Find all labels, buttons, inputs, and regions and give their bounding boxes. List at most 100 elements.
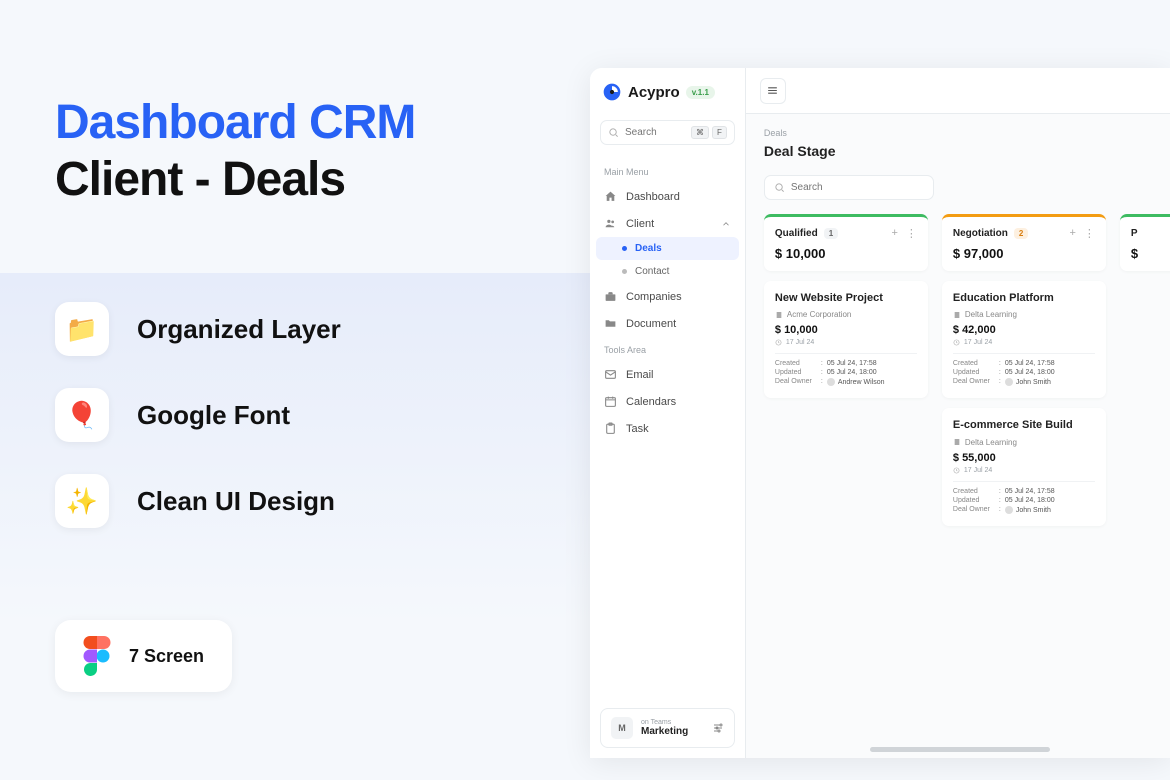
card-title: E-commerce Site Build bbox=[953, 418, 1095, 432]
feature-label: Google Font bbox=[137, 400, 290, 431]
sidebar-item-email[interactable]: Email bbox=[590, 361, 745, 388]
column-total: $ 97,000 bbox=[953, 246, 1095, 261]
meta-value: John Smith bbox=[1005, 506, 1051, 514]
briefcase-icon bbox=[604, 290, 617, 303]
meta-label: Deal Owner bbox=[953, 506, 995, 514]
logo-row[interactable]: Acypro v.1.1 bbox=[590, 68, 745, 116]
menu-icon bbox=[766, 84, 779, 97]
column-header: P+⋮$ bbox=[1120, 214, 1170, 271]
calendar-icon bbox=[604, 395, 617, 408]
teams-label: on Teams bbox=[641, 719, 704, 726]
sidebar-item-dashboard[interactable]: Dashboard bbox=[590, 183, 745, 210]
clock-icon bbox=[953, 467, 960, 474]
version-badge: v.1.1 bbox=[686, 86, 715, 99]
kanban-column: Negotiation 2 + ⋮ $ 97,000 Education Platform… bbox=[942, 214, 1106, 536]
sidebar-item-label: Document bbox=[626, 318, 676, 330]
meta-label: Updated bbox=[953, 497, 995, 504]
column-count: 2 bbox=[1014, 228, 1028, 239]
column-count: 1 bbox=[824, 228, 838, 239]
sidebar-item-label: Email bbox=[626, 369, 654, 381]
clock-icon bbox=[775, 339, 782, 346]
person-icon bbox=[1005, 506, 1013, 514]
section-tools-area: Tools Area bbox=[590, 337, 745, 361]
meta-value: 05 Jul 24, 17:58 bbox=[1005, 488, 1055, 495]
sidebar-item-task[interactable]: Task bbox=[590, 415, 745, 442]
meta-label: Created bbox=[953, 488, 995, 495]
column-menu-button[interactable]: ⋮ bbox=[1084, 227, 1095, 240]
breadcrumb[interactable]: Deals bbox=[764, 128, 1170, 138]
brand-name: Acypro bbox=[628, 84, 680, 101]
main-content: Deals Deal Stage Qualified1+⋮$ 10,000New… bbox=[746, 68, 1170, 758]
clock-icon bbox=[953, 339, 960, 346]
teams-avatar: M bbox=[611, 717, 633, 739]
meta-value: 05 Jul 24, 18:00 bbox=[1005, 369, 1055, 376]
horizontal-scrollbar[interactable] bbox=[870, 747, 1050, 752]
card-amount: $ 42,000 bbox=[953, 324, 1095, 336]
building-icon bbox=[775, 311, 783, 319]
meta-value: Andrew Wilson bbox=[827, 378, 885, 386]
teams-name: Marketing bbox=[641, 726, 704, 737]
menu-toggle-button[interactable] bbox=[760, 78, 786, 104]
deal-card[interactable]: Education PlatformDelta Learning$ 42,000… bbox=[942, 281, 1106, 398]
meta-value: 05 Jul 24, 17:58 bbox=[827, 360, 877, 367]
sidebar-subitem-contact[interactable]: Contact bbox=[596, 260, 739, 283]
chevron-up-icon bbox=[721, 219, 731, 229]
feature-label: Organized Layer bbox=[137, 314, 341, 345]
sliders-icon bbox=[712, 722, 724, 734]
promo-title-line1: Dashboard CRM bbox=[55, 95, 555, 150]
sidebar-subitem-deals[interactable]: Deals bbox=[596, 237, 739, 260]
person-icon bbox=[827, 378, 835, 386]
building-icon bbox=[953, 438, 961, 446]
promo-title-line2: Client - Deals bbox=[55, 152, 555, 207]
sidebar-item-document[interactable]: Document bbox=[590, 310, 745, 337]
sidebar-item-label: Dashboard bbox=[626, 191, 680, 203]
sidebar-search[interactable]: ⌘ F bbox=[600, 120, 735, 145]
promo-panel: Dashboard CRM Client - Deals 📁 Organized… bbox=[55, 95, 555, 692]
sidebar-item-calendars[interactable]: Calendars bbox=[590, 388, 745, 415]
card-company: Delta Learning bbox=[953, 438, 1095, 447]
column-total: $ 10,000 bbox=[775, 246, 917, 261]
dot-icon bbox=[622, 246, 627, 251]
sidebar-item-label: Calendars bbox=[626, 396, 676, 408]
column-title: Qualified bbox=[775, 228, 818, 239]
sidebar-item-label: Client bbox=[626, 218, 654, 230]
search-input[interactable] bbox=[625, 127, 685, 138]
card-company: Acme Corporation bbox=[775, 310, 917, 319]
figma-icon bbox=[83, 636, 111, 676]
deal-card[interactable]: E-commerce Site BuildDelta Learning$ 55,… bbox=[942, 408, 1106, 525]
home-icon bbox=[604, 190, 617, 203]
column-menu-button[interactable]: ⋮ bbox=[906, 227, 917, 240]
meta-label: Deal Owner bbox=[953, 378, 995, 386]
card-date: 17 Jul 24 bbox=[953, 339, 1095, 346]
add-card-button[interactable]: + bbox=[1069, 227, 1075, 240]
search-icon bbox=[774, 182, 785, 193]
sidebar-item-label: Task bbox=[626, 423, 649, 435]
feature-item: ✨ Clean UI Design bbox=[55, 474, 555, 528]
card-date: 17 Jul 24 bbox=[775, 339, 917, 346]
column-title: Negotiation bbox=[953, 228, 1008, 239]
meta-label: Updated bbox=[775, 369, 817, 376]
meta-label: Created bbox=[953, 360, 995, 367]
column-header: Qualified 1 + ⋮ $ 10,000 bbox=[764, 214, 928, 271]
sidebar-item-companies[interactable]: Companies bbox=[590, 283, 745, 310]
clipboard-icon bbox=[604, 422, 617, 435]
sidebar-item-label: Deals bbox=[635, 243, 662, 254]
search-icon bbox=[608, 127, 619, 138]
users-icon bbox=[604, 217, 617, 230]
main-search-input[interactable] bbox=[791, 182, 924, 193]
main-search[interactable] bbox=[764, 175, 934, 200]
feature-label: Clean UI Design bbox=[137, 486, 335, 517]
sparkle-icon: ✨ bbox=[55, 474, 109, 528]
teams-selector[interactable]: M on Teams Marketing bbox=[600, 708, 735, 748]
kanban-column: Qualified 1 + ⋮ $ 10,000 New Website ProjectA… bbox=[764, 214, 928, 536]
sidebar-item-client[interactable]: Client bbox=[590, 210, 745, 237]
topbar bbox=[746, 68, 1170, 114]
deal-card[interactable]: New Website ProjectAcme Corporation$ 10,… bbox=[764, 281, 928, 398]
kbd-hint: ⌘ F bbox=[691, 126, 727, 139]
meta-value: John Smith bbox=[1005, 378, 1051, 386]
screens-badge: 7 Screen bbox=[55, 620, 232, 692]
add-card-button[interactable]: + bbox=[891, 227, 897, 240]
meta-label: Created bbox=[775, 360, 817, 367]
balloon-icon: 🎈 bbox=[55, 388, 109, 442]
column-title: P bbox=[1131, 228, 1138, 239]
